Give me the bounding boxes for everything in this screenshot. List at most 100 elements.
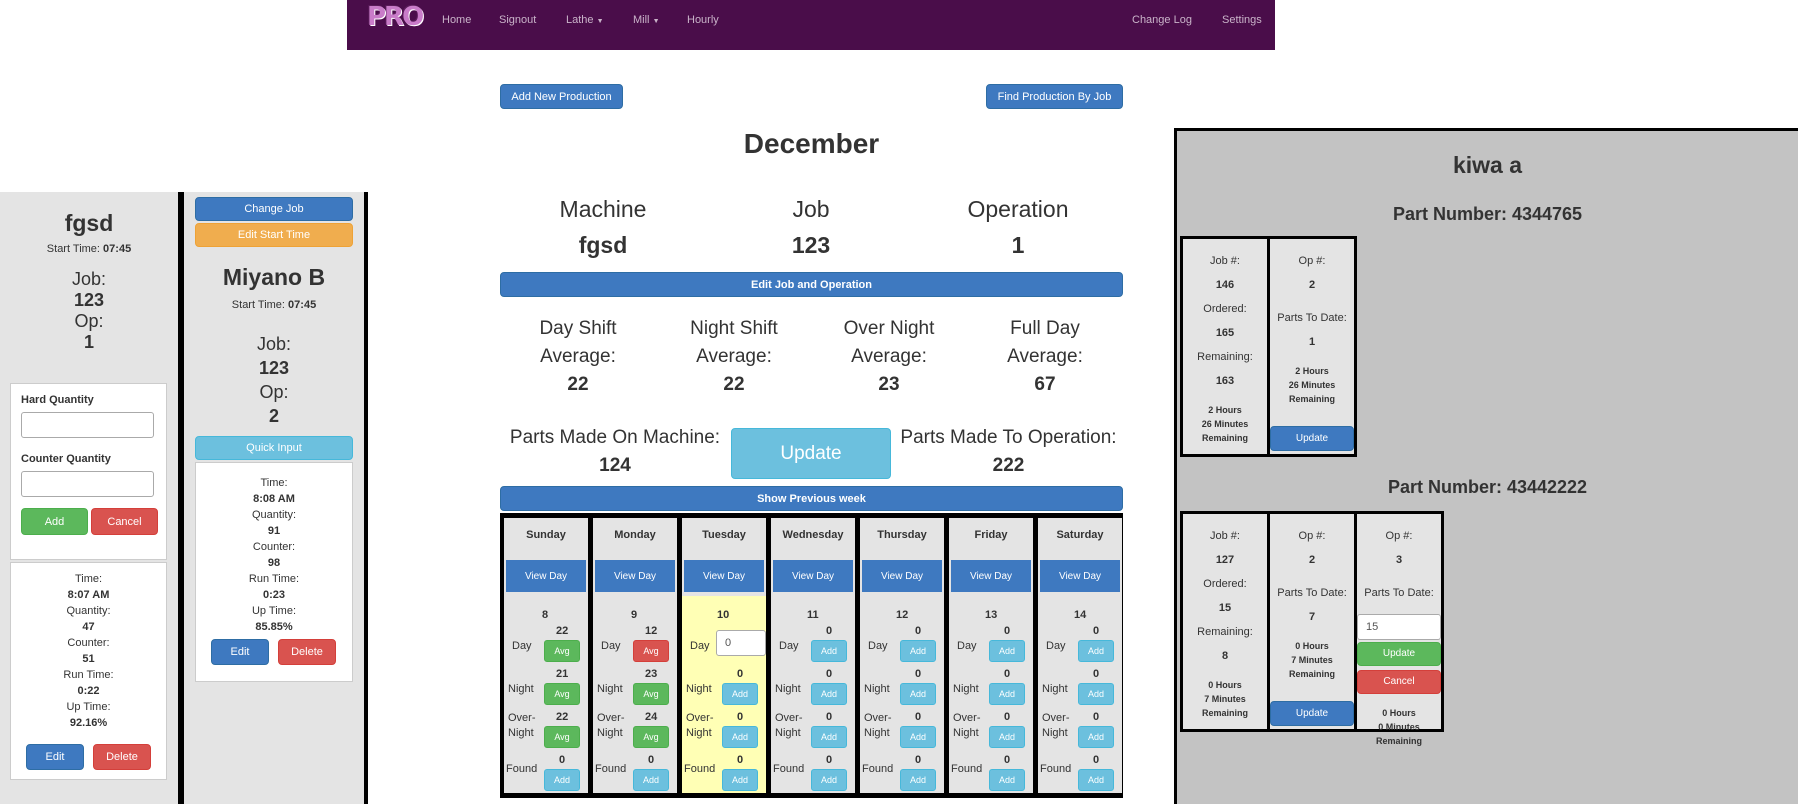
- edit-job-and-operation-button[interactable]: Edit Job and Operation: [500, 272, 1123, 297]
- job-value: 123: [791, 232, 831, 258]
- update-button[interactable]: Update: [1270, 701, 1354, 726]
- hard-quantity-input[interactable]: [21, 412, 154, 438]
- day-quantity-input[interactable]: 0: [716, 630, 766, 656]
- cancel-button[interactable]: Cancel: [91, 508, 158, 535]
- counter-quantity-input[interactable]: [21, 471, 154, 497]
- avg-button[interactable]: Avg: [633, 683, 669, 705]
- time-remaining-label: Remaining: [1288, 394, 1335, 404]
- nav-mill[interactable]: Mill ▼: [633, 14, 660, 26]
- update-button[interactable]: Update: [1270, 426, 1354, 451]
- avg-button[interactable]: Avg: [544, 683, 580, 705]
- change-job-button[interactable]: Change Job: [195, 197, 353, 221]
- avg-button[interactable]: Avg: [633, 640, 669, 662]
- overnight-label-2: Night: [775, 727, 801, 739]
- add-button[interactable]: Add: [811, 726, 847, 748]
- hard-quantity-label: Hard Quantity: [21, 394, 94, 406]
- night-label: Night: [508, 683, 534, 695]
- overnight-label: Over- Night: [1042, 711, 1070, 741]
- full-day-average: Full Day Average: 67: [967, 315, 1123, 399]
- nav-signout[interactable]: Signout: [499, 14, 536, 26]
- add-button[interactable]: Add: [722, 769, 758, 791]
- edit-start-time-button[interactable]: Edit Start Time: [195, 223, 353, 247]
- add-button[interactable]: Add: [1078, 683, 1114, 705]
- view-day-button[interactable]: View Day: [862, 560, 942, 592]
- cancel-button[interactable]: Cancel: [1357, 670, 1441, 694]
- add-button[interactable]: Add: [811, 640, 847, 662]
- add-new-production-button[interactable]: Add New Production: [500, 84, 623, 109]
- parts-machine-label: Parts Made On Machine:: [509, 427, 721, 448]
- view-day-button[interactable]: View Day: [595, 560, 675, 592]
- job-number-label: Job #:: [1210, 530, 1240, 542]
- overnight-label: Over- Night: [864, 711, 892, 741]
- overnight-label-1: Over-: [775, 712, 803, 724]
- night-label: Night: [953, 683, 979, 695]
- view-day-button[interactable]: View Day: [506, 560, 586, 592]
- time-remaining-minutes: 26 Minutes: [1201, 419, 1249, 429]
- add-button[interactable]: Add: [722, 683, 758, 705]
- view-day-button[interactable]: View Day: [1040, 560, 1120, 592]
- add-button[interactable]: Add: [989, 683, 1025, 705]
- delete-button[interactable]: Delete: [93, 744, 151, 770]
- nav-home[interactable]: Home: [442, 14, 471, 26]
- day-name: Sunday: [504, 518, 588, 551]
- op-label: Op:: [74, 311, 104, 331]
- pro-logo[interactable]: PRO: [367, 2, 424, 32]
- found-label: Found: [684, 763, 716, 775]
- avg-button[interactable]: Avg: [544, 640, 580, 662]
- view-day-button[interactable]: View Day: [684, 560, 764, 592]
- nav-settings[interactable]: Settings: [1222, 14, 1262, 26]
- add-button[interactable]: Add: [544, 769, 580, 791]
- quick-input-button[interactable]: Quick Input: [195, 436, 353, 460]
- add-button[interactable]: Add: [900, 726, 936, 748]
- found-value: 0: [559, 754, 566, 766]
- add-button[interactable]: Add: [722, 726, 758, 748]
- quantity-value: 91: [267, 525, 281, 537]
- found-value: 0: [1093, 754, 1100, 766]
- add-button[interactable]: Add: [900, 683, 936, 705]
- run-time-label: Run Time:: [248, 573, 300, 585]
- up-time-label: Up Time:: [251, 605, 296, 617]
- add-button[interactable]: Add: [900, 640, 936, 662]
- add-button[interactable]: Add: [989, 769, 1025, 791]
- operation-value: 1: [1011, 232, 1025, 258]
- day-shift-average: Day Shift Average: 22: [500, 315, 656, 399]
- edit-button[interactable]: Edit: [26, 744, 84, 770]
- view-day-button[interactable]: View Day: [773, 560, 853, 592]
- time-remaining-hours: 0 Hours: [1295, 641, 1329, 651]
- edit-button[interactable]: Edit: [211, 639, 269, 665]
- avg-button[interactable]: Avg: [633, 726, 669, 748]
- nav-lathe[interactable]: Lathe ▼: [566, 14, 604, 26]
- delete-button[interactable]: Delete: [278, 639, 336, 665]
- average-value: 22: [567, 374, 589, 395]
- add-button[interactable]: Add: [900, 769, 936, 791]
- add-button[interactable]: Add: [633, 769, 669, 791]
- ordered-label: Ordered:: [1203, 578, 1247, 590]
- average-value: 67: [1034, 374, 1056, 395]
- run-time-value: 0:23: [262, 589, 286, 601]
- add-button[interactable]: Add: [1078, 726, 1114, 748]
- view-day-button[interactable]: View Day: [951, 560, 1031, 592]
- parts-op-label: Parts Made To Operation:: [900, 427, 1117, 448]
- add-button[interactable]: Add: [1078, 769, 1114, 791]
- average-value: 22: [723, 374, 745, 395]
- production-entry-card: Time: 8:08 AM Quantity: 91 Counter: 98 R…: [195, 462, 353, 682]
- time-remaining-minutes: 7 Minutes: [1291, 655, 1333, 665]
- find-production-by-job-button[interactable]: Find Production By Job: [986, 84, 1123, 109]
- add-button[interactable]: Add: [811, 683, 847, 705]
- show-previous-week-button[interactable]: Show Previous week: [500, 486, 1123, 511]
- avg-button[interactable]: Avg: [544, 726, 580, 748]
- add-button[interactable]: Add: [811, 769, 847, 791]
- add-button[interactable]: Add: [1078, 640, 1114, 662]
- add-button[interactable]: Add: [21, 508, 88, 535]
- parts-to-date-input[interactable]: 15: [1357, 614, 1441, 640]
- add-button[interactable]: Add: [989, 640, 1025, 662]
- found-label: Found: [1040, 763, 1072, 775]
- time-label: Time:: [74, 573, 103, 585]
- nav-hourly[interactable]: Hourly: [687, 14, 719, 26]
- quantity-value: 47: [82, 621, 95, 633]
- update-button[interactable]: Update: [731, 428, 891, 479]
- nav-change-log[interactable]: Change Log: [1132, 14, 1192, 26]
- update-button[interactable]: Update: [1357, 642, 1441, 666]
- top-navbar: PRO Home Signout Lathe ▼ Mill ▼ Hourly C…: [347, 0, 1275, 50]
- add-button[interactable]: Add: [989, 726, 1025, 748]
